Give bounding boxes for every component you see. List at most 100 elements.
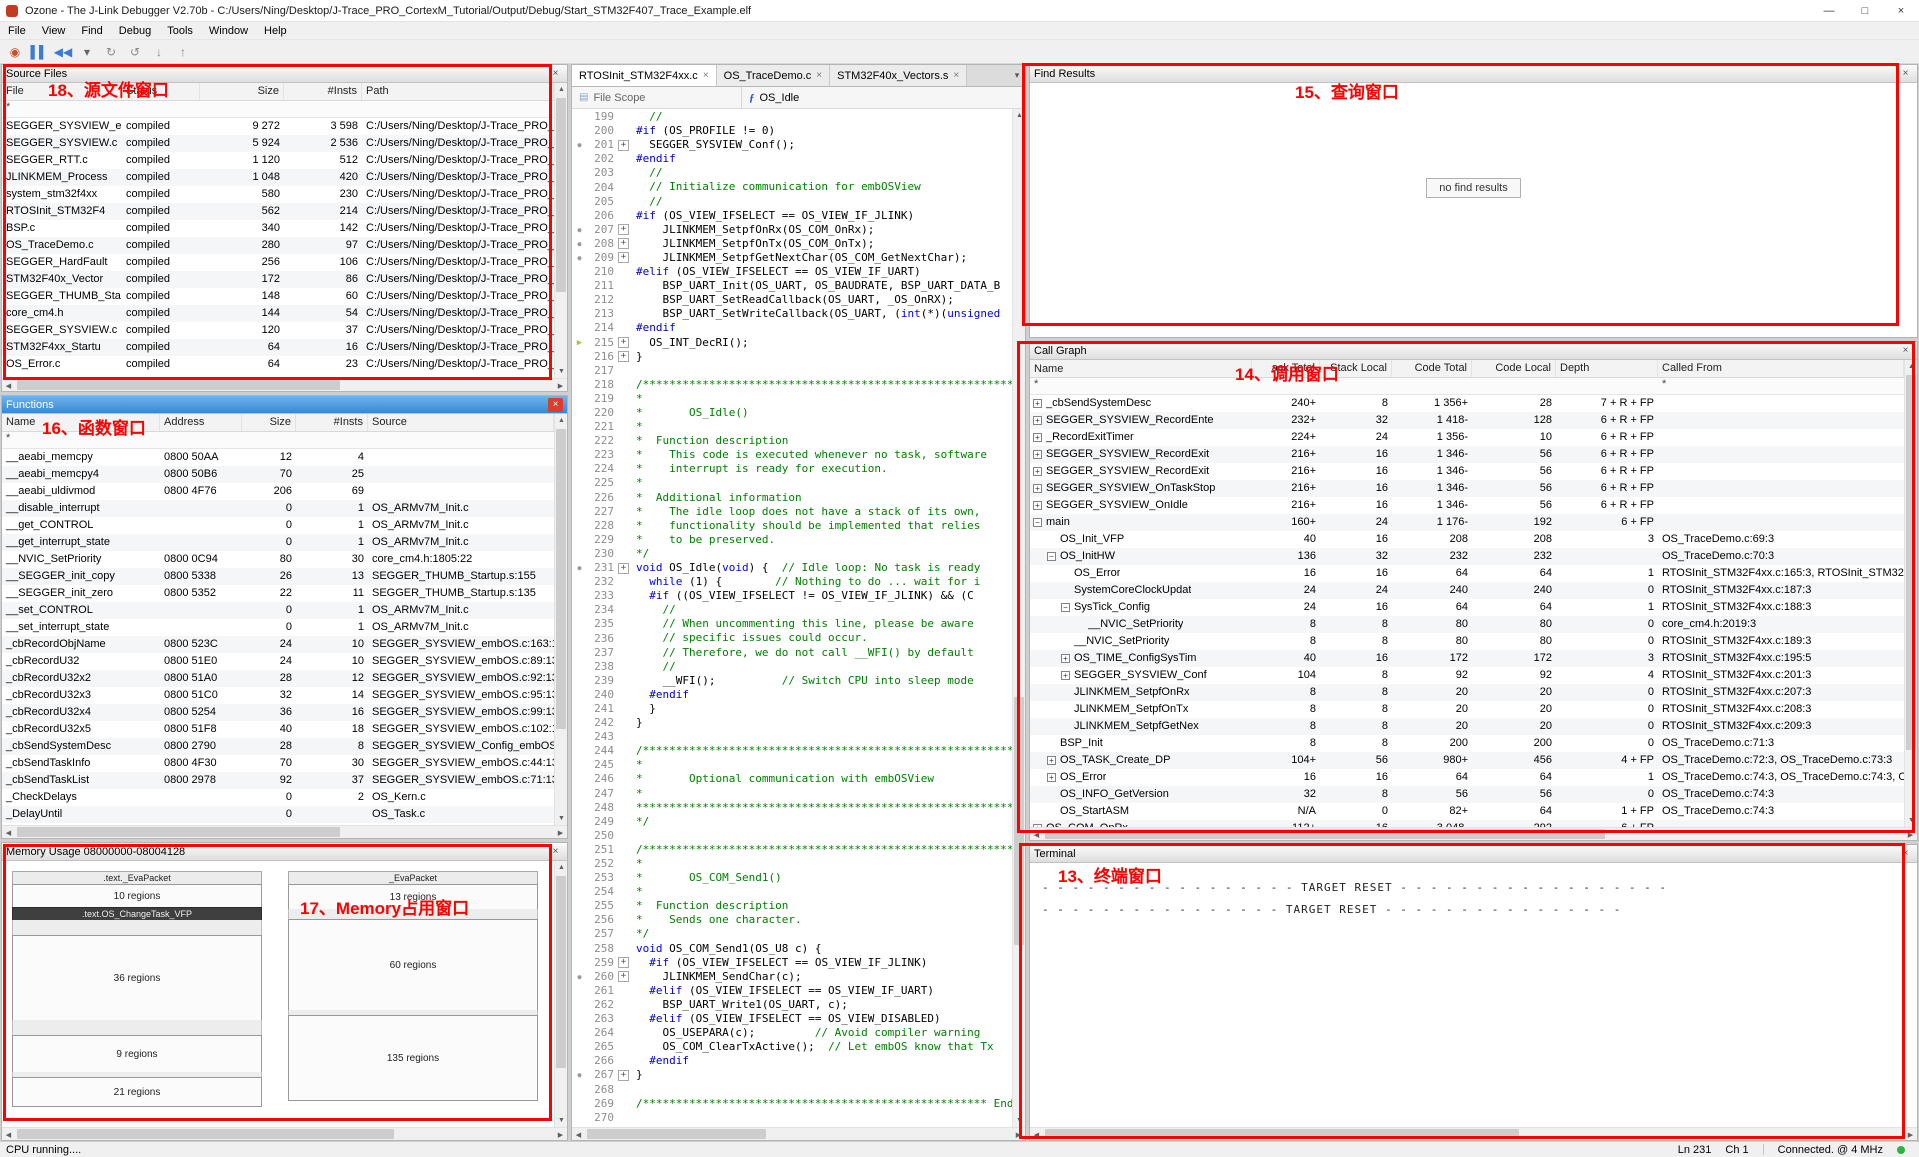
close-icon[interactable]: × bbox=[1898, 847, 1913, 861]
fold-icon[interactable]: + bbox=[618, 224, 629, 236]
scrollbar-thumb[interactable] bbox=[17, 827, 341, 837]
scroll-right-button[interactable]: ▶ bbox=[554, 1128, 567, 1140]
scroll-left-button[interactable]: ◀ bbox=[2, 1128, 15, 1140]
scroll-up-button[interactable]: ▲ bbox=[555, 414, 567, 427]
breakpoint-marker[interactable]: ● bbox=[572, 970, 587, 984]
scrollbar-thumb[interactable] bbox=[556, 98, 566, 292]
horizontal-scrollbar[interactable]: ◀ ▶ bbox=[572, 1127, 1025, 1140]
horizontal-scrollbar[interactable]: ◀ ▶ bbox=[1030, 827, 1917, 840]
column-name[interactable]: Name bbox=[2, 414, 160, 431]
scroll-up-button[interactable]: ▲ bbox=[555, 83, 567, 96]
table-row[interactable]: __disable_interrupt 0 1 OS_ARMv7M_Init.c bbox=[2, 500, 554, 517]
table-row[interactable]: _cbSendTaskInfo 0800 4F30 70 30 SEGGER_SYSVI… bbox=[2, 755, 554, 772]
pause-button[interactable]: ▌▌ bbox=[28, 42, 50, 62]
call-graph-row[interactable]: OS_Init_VFP 40 16 208 208 3 OS_TraceDemo.c:69:… bbox=[1030, 531, 1904, 548]
vertical-scrollbar[interactable]: ▲ ▼ bbox=[1012, 109, 1025, 1127]
call-graph-row[interactable]: OS_Error 16 16 64 64 1 RTOSInit_STM32F4xx.c:16… bbox=[1030, 565, 1904, 582]
call-graph-row[interactable]: __NVIC_SetPriority 8 8 80 80 0 core_cm4.h:2019… bbox=[1030, 616, 1904, 633]
scrollbar-thumb[interactable] bbox=[556, 876, 566, 1068]
table-row[interactable]: _cbRecordU32x4 0800 5254 36 16 SEGGER_SYSVIE… bbox=[2, 704, 554, 721]
scroll-left-button[interactable]: ◀ bbox=[572, 1128, 585, 1140]
column-code-local[interactable]: Code Local bbox=[1472, 360, 1556, 377]
column-insts[interactable]: #Insts bbox=[284, 83, 362, 100]
scrollbar-thumb[interactable] bbox=[1906, 375, 1916, 750]
table-row[interactable]: SEGGER_RTT.c compiled 1 120 512 C:/Users/Nin… bbox=[2, 152, 554, 169]
column-path[interactable]: Path bbox=[362, 83, 554, 100]
call-graph-row[interactable]: SystemCoreClockUpdat 24 24 240 240 0 RTOSInit_… bbox=[1030, 582, 1904, 599]
fold-icon[interactable]: + bbox=[618, 351, 629, 363]
table-row[interactable]: _cbRecordU32x5 0800 51F8 40 18 SEGGER_SYSVIE… bbox=[2, 721, 554, 738]
menu-file[interactable]: File bbox=[0, 22, 34, 40]
vertical-scrollbar[interactable]: ▲ ▼ bbox=[554, 861, 567, 1127]
table-row[interactable]: __aeabi_uldivmod 0800 4F76 206 69 bbox=[2, 483, 554, 500]
call-graph-row[interactable]: + OS_TASK_Create_DP 104+ 56 980+ 456 4 + FP OS_… bbox=[1030, 752, 1904, 769]
table-row[interactable]: JLINKMEM_Process compiled 1 048 420 C:/Users… bbox=[2, 169, 554, 186]
table-row[interactable]: _cbSendSystemDesc 0800 2790 28 8 SEGGER_SYSV… bbox=[2, 738, 554, 755]
call-graph-row[interactable]: + SEGGER_SYSVIEW_RecordExit 216+ 16 1 346- 56… bbox=[1030, 446, 1904, 463]
table-row[interactable]: system_stm32f4xx compiled 580 230 C:/Users/N… bbox=[2, 186, 554, 203]
scroll-left-button[interactable]: ◀ bbox=[2, 826, 15, 838]
functions-column-header[interactable]: Name Address Size #Insts Source bbox=[2, 414, 554, 432]
expand-icon[interactable]: + bbox=[1033, 501, 1042, 510]
fold-icon[interactable]: + bbox=[618, 139, 629, 151]
call-graph-filter-row[interactable]: * * bbox=[1030, 378, 1904, 395]
source-files-column-header[interactable]: File Status Size #Insts Path bbox=[2, 83, 554, 101]
scroll-right-button[interactable]: ▶ bbox=[554, 826, 567, 838]
horizontal-scrollbar[interactable]: ◀ ▶ bbox=[2, 378, 567, 391]
tab-RTOSInit_STM32F4xx.c[interactable]: RTOSInit_STM32F4xx.c × bbox=[572, 65, 717, 86]
collapse-icon[interactable]: − bbox=[1033, 518, 1042, 527]
collapse-icon[interactable]: − bbox=[1047, 552, 1056, 561]
column-depth[interactable]: Depth bbox=[1556, 360, 1658, 377]
step-down-button[interactable]: ↓ bbox=[148, 42, 170, 62]
refresh-button[interactable]: ↻ bbox=[100, 42, 122, 62]
collapse-icon[interactable]: − bbox=[1061, 603, 1070, 612]
filter-input[interactable]: * bbox=[2, 432, 160, 448]
fold-icon[interactable]: + bbox=[618, 971, 629, 983]
horizontal-scrollbar[interactable]: ◀ ▶ bbox=[2, 1127, 567, 1140]
table-row[interactable]: SEGGER_SYSVIEW.c compiled 120 37 C:/Users/Ni… bbox=[2, 322, 554, 339]
expand-icon[interactable]: + bbox=[1061, 654, 1070, 663]
scroll-down-button[interactable]: ▼ bbox=[555, 1114, 567, 1127]
call-graph-row[interactable]: JLINKMEM_SetpfOnRx 8 8 20 20 0 RTOSInit_STM32F… bbox=[1030, 684, 1904, 701]
step-up-button[interactable]: ↑ bbox=[172, 42, 194, 62]
expand-icon[interactable]: + bbox=[1047, 773, 1056, 782]
close-icon[interactable]: × bbox=[548, 397, 563, 412]
tab-STM32F40x_Vectors.s[interactable]: STM32F40x_Vectors.s × bbox=[830, 65, 968, 86]
expand-icon[interactable]: + bbox=[1033, 484, 1042, 493]
close-icon[interactable]: × bbox=[548, 845, 563, 859]
tab-close-icon[interactable]: × bbox=[953, 70, 959, 81]
scroll-up-button[interactable]: ▲ bbox=[555, 861, 567, 874]
table-row[interactable]: SEGGER_SYSVIEW.c compiled 5 924 2 536 C:/Use… bbox=[2, 135, 554, 152]
scroll-down-button[interactable]: ▼ bbox=[1905, 814, 1917, 827]
table-row[interactable]: __NVIC_SetPriority 0800 0C94 80 30 core_cm4.… bbox=[2, 551, 554, 568]
table-row[interactable]: OS_TraceDemo.c compiled 280 97 C:/Users/Ning… bbox=[2, 237, 554, 254]
fold-icon[interactable]: + bbox=[618, 238, 629, 250]
fold-icon[interactable]: + bbox=[618, 562, 629, 574]
table-row[interactable]: _DelayUntil 0 OS_Task.c bbox=[2, 806, 554, 823]
restart-button[interactable]: ◀◀ bbox=[52, 42, 74, 62]
menu-view[interactable]: View bbox=[34, 22, 74, 40]
table-row[interactable]: __get_CONTROL 0 1 OS_ARMv7M_Init.c bbox=[2, 517, 554, 534]
call-graph-row[interactable]: + SEGGER_SYSVIEW_OnTaskStop 216+ 16 1 346- 56… bbox=[1030, 480, 1904, 497]
table-row[interactable]: OS_Error.c compiled 64 23 C:/Users/Ning/Desk… bbox=[2, 356, 554, 373]
scroll-up-button[interactable]: ▲ bbox=[1905, 360, 1917, 373]
tab-close-icon[interactable]: × bbox=[816, 70, 822, 81]
tab-list-button[interactable]: ▾ bbox=[1009, 65, 1025, 86]
scroll-right-button[interactable]: ▶ bbox=[554, 379, 567, 391]
column-insts[interactable]: #Insts bbox=[296, 414, 368, 431]
table-row[interactable]: SEGGER_SYSVIEW_e compiled 9 272 3 598 C:/Use… bbox=[2, 118, 554, 135]
horizontal-scrollbar[interactable]: ◀ ▶ bbox=[1030, 1127, 1917, 1140]
table-row[interactable]: SEGGER_THUMB_Sta compiled 148 60 C:/Users/Ni… bbox=[2, 288, 554, 305]
call-graph-column-header[interactable]: Name ack Total Stack Local Code Total Co… bbox=[1030, 360, 1904, 378]
call-graph-row[interactable]: + OS_Error 16 16 64 64 1 OS_TraceDemo.c:74:3, O… bbox=[1030, 769, 1904, 786]
scroll-right-button[interactable]: ▶ bbox=[1904, 828, 1917, 840]
menu-window[interactable]: Window bbox=[201, 22, 256, 40]
table-row[interactable]: __aeabi_memcpy 0800 50AA 12 4 bbox=[2, 449, 554, 466]
call-graph-row[interactable]: − main 160+ 24 1 176- 192 6 + FP bbox=[1030, 514, 1904, 531]
table-row[interactable]: _cbRecordObjName 0800 523C 24 10 SEGGER_SYSV… bbox=[2, 636, 554, 653]
source-files-filter-row[interactable]: * bbox=[2, 101, 554, 118]
menu-debug[interactable]: Debug bbox=[111, 22, 159, 40]
scrollbar-thumb[interactable] bbox=[556, 429, 566, 730]
call-graph-row[interactable]: − SysTick_Config 24 16 64 64 1 RTOSInit_STM32F4… bbox=[1030, 599, 1904, 616]
scrollbar-thumb[interactable] bbox=[1045, 1129, 1519, 1139]
